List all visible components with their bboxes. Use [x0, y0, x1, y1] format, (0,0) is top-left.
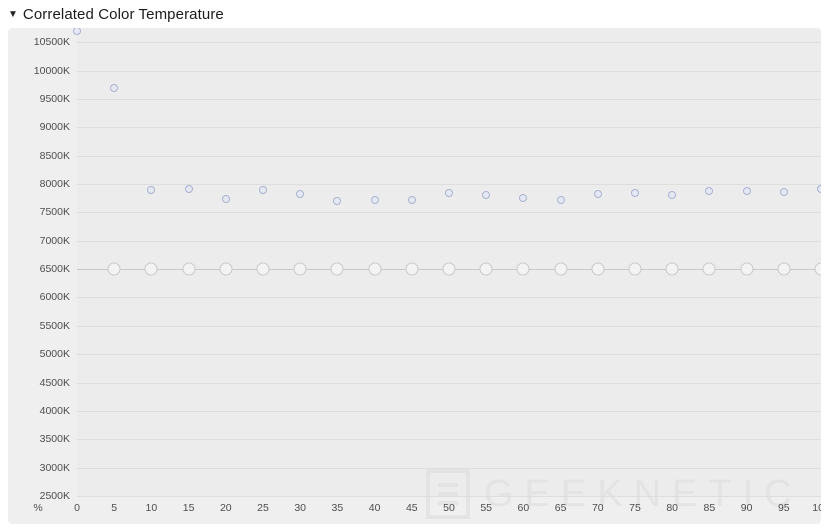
- data-point: [107, 262, 121, 276]
- x-axis-tick: 75: [629, 502, 641, 514]
- x-axis-tick: 85: [703, 502, 716, 514]
- data-point: [256, 262, 270, 276]
- x-axis-unit-label: %: [33, 502, 43, 514]
- data-point: [628, 262, 642, 276]
- data-point: [482, 191, 491, 200]
- data-point: [445, 189, 453, 198]
- data-point: [742, 187, 751, 196]
- x-axis-tick: 95: [777, 502, 790, 514]
- cct-chart-panel: ▼ Correlated Color Temperature 10500K 100…: [0, 0, 829, 531]
- chart-card: 10500K 10000K 9500K 9000K 8500K 8000K 7500K 700…: [8, 28, 821, 524]
- x-axis-tick: 90: [740, 502, 753, 514]
- x-axis-tick: 80: [666, 502, 679, 514]
- data-point: [519, 194, 528, 203]
- data-point: [556, 195, 565, 204]
- x-axis-tick: 35: [331, 502, 344, 514]
- data-point: [516, 262, 530, 276]
- x-axis-tick: 55: [480, 502, 493, 514]
- data-point: [814, 262, 821, 276]
- data-point: [779, 187, 788, 196]
- triangle-down-icon[interactable]: ▼: [8, 10, 18, 20]
- data-point: [184, 184, 193, 193]
- x-axis-tick: 20: [219, 502, 232, 514]
- data-point: [110, 83, 119, 92]
- x-axis-tick: 25: [257, 502, 269, 514]
- data-point: [668, 191, 677, 200]
- data-point: [817, 184, 821, 193]
- data-point: [219, 262, 233, 276]
- data-point: [442, 262, 456, 276]
- x-axis-tick: 0: [74, 502, 80, 514]
- panel-header[interactable]: ▼ Correlated Color Temperature: [0, 0, 829, 28]
- data-point: [259, 185, 267, 194]
- data-point: [740, 262, 754, 276]
- x-axis-tick: 65: [554, 502, 567, 514]
- data-point: [407, 195, 416, 204]
- data-point: [330, 262, 344, 276]
- data-point: [73, 28, 81, 35]
- data-point: [777, 262, 791, 276]
- x-axis-tick: 100: [812, 502, 821, 514]
- x-axis-tick: 30: [294, 502, 307, 514]
- data-point: [221, 194, 230, 203]
- data-point: [591, 262, 605, 276]
- data-point: [702, 262, 716, 276]
- series-layer: [8, 28, 821, 496]
- data-point: [593, 190, 602, 199]
- x-axis-tick: 40: [368, 502, 381, 514]
- x-axis-tick: 70: [591, 502, 604, 514]
- x-axis-tick: 50: [443, 502, 455, 514]
- x-axis-tick: 10: [145, 502, 158, 514]
- x-axis-tick: 5: [111, 502, 118, 514]
- x-axis: % 0 5 10 15 20 25 30 35 40 45 50 55 60 65 70 75 80 85 90 95…: [8, 496, 821, 524]
- x-axis-tick: 45: [405, 502, 418, 514]
- data-point: [296, 190, 305, 199]
- x-axis-tick: 15: [182, 502, 195, 514]
- data-point: [631, 189, 639, 198]
- data-point: [144, 262, 158, 276]
- data-point: [333, 197, 342, 206]
- data-point: [368, 262, 382, 276]
- data-point: [182, 262, 196, 276]
- data-point: [405, 262, 419, 276]
- data-point: [293, 262, 307, 276]
- data-point: [147, 185, 156, 194]
- data-point: [705, 186, 714, 195]
- data-point: [665, 262, 679, 276]
- data-point: [554, 262, 568, 276]
- data-point: [370, 195, 379, 204]
- page-title: Correlated Color Temperature: [22, 5, 224, 23]
- data-point: [479, 262, 493, 276]
- x-axis-tick: 60: [517, 502, 530, 514]
